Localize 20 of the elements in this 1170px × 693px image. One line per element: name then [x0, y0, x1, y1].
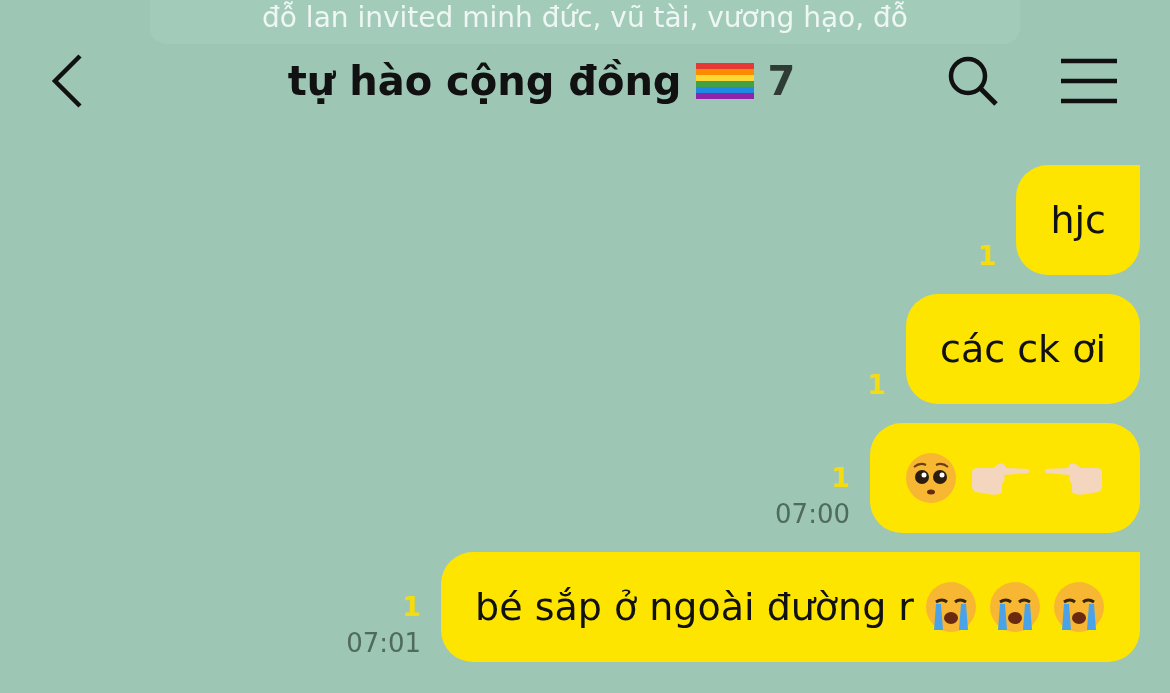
chat-title: tự hào cộng đồng: [287, 57, 682, 106]
message-text: các ck ơi: [940, 325, 1106, 373]
message-text: bé sắp ở ngoài đường r: [475, 583, 914, 631]
banner-text: đỗ lan invited minh đức, vũ tài, vương hạo, đỗ: [262, 0, 908, 36]
back-icon: [50, 53, 84, 109]
unread-count: 1: [402, 593, 422, 620]
rainbow-flag-icon: [693, 61, 756, 101]
message-time: 07:00: [775, 501, 850, 527]
crying-face-icon: [988, 580, 1042, 634]
crying-face-icon: [1052, 580, 1106, 634]
crying-face-icon: [924, 580, 978, 634]
unread-count: 1: [977, 242, 997, 269]
unread-count: 1: [831, 464, 850, 491]
message-text: hjc: [1050, 196, 1106, 244]
unread-count: 1: [867, 371, 887, 398]
member-count: 7: [767, 57, 796, 106]
search-icon: [946, 54, 1000, 108]
message-time: 07:01: [346, 630, 422, 656]
pleading-face-icon: [904, 451, 958, 505]
menu-icon: [1059, 57, 1119, 105]
